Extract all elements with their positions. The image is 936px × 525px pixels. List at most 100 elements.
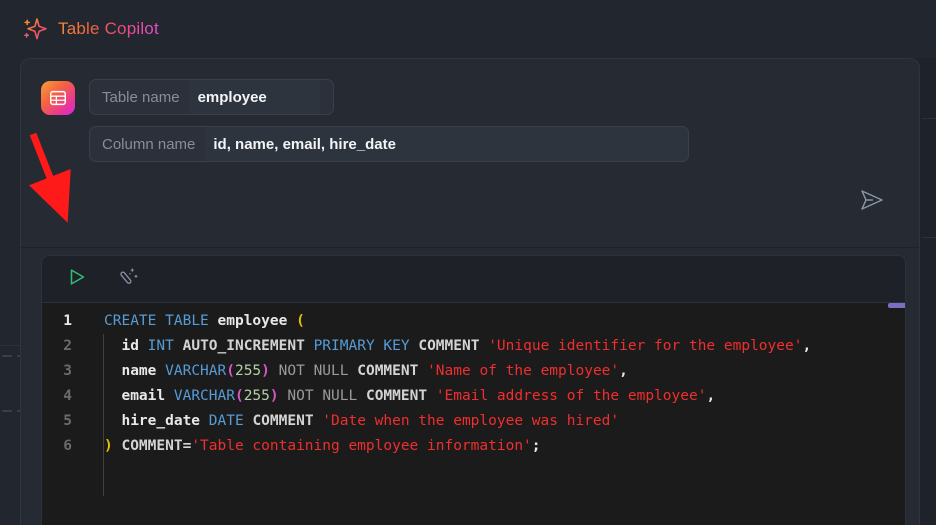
code-token: email [121, 388, 166, 404]
code-token: ) [104, 438, 113, 454]
code-token: name [121, 363, 157, 379]
code-token: ( [234, 388, 244, 404]
page-title: Table Copilot [58, 19, 159, 38]
code-token: CREATE [104, 313, 157, 329]
app-root: Table Copilot Table name employee Column… [0, 0, 936, 525]
code-line[interactable]: 1 CREATE TABLE employee ( [42, 309, 905, 334]
sql-editor: 1 CREATE TABLE employee (2 id INT AUTO_IN… [41, 255, 906, 525]
send-paper-plane-icon [859, 187, 885, 218]
table-copilot-panel: Table name employee Column name id, name… [20, 58, 920, 525]
code-token: NULL [322, 388, 358, 404]
code-token: COMMENT= [121, 438, 192, 454]
code-token: NOT [287, 388, 314, 404]
code-token: , [619, 363, 628, 379]
run-play-icon [66, 266, 88, 293]
line-number: 5 [63, 413, 72, 429]
code-token: AUTO_INCREMENT [182, 338, 305, 354]
column-name-field[interactable]: Column name id, name, email, hire_date [89, 126, 689, 162]
table-name-label: Table name [102, 88, 180, 106]
format-button[interactable] [116, 266, 142, 292]
code-line-text[interactable]: email VARCHAR(255) NOT NULL COMMENT 'Ema… [86, 384, 905, 409]
line-number: 3 [63, 363, 72, 379]
code-line-text[interactable]: ) COMMENT='Table containing employee inf… [86, 434, 905, 459]
background-row-divider [922, 118, 936, 119]
background-placeholder-dash [2, 410, 12, 412]
code-line-text[interactable]: hire_date DATE COMMENT 'Date when the em… [86, 409, 905, 434]
column-name-input[interactable]: id, name, email, hire_date [205, 127, 688, 161]
code-token: , [706, 388, 716, 404]
code-token: 'Name of the employee' [427, 363, 620, 379]
prompt-fields: Table name employee Column name id, name… [89, 77, 689, 162]
background-placeholder-dash [2, 355, 12, 357]
code-token: COMMENT [365, 388, 428, 404]
code-area[interactable]: 1 CREATE TABLE employee (2 id INT AUTO_IN… [42, 303, 905, 525]
code-token: COMMENT [252, 413, 314, 429]
code-token: KEY [383, 338, 410, 354]
code-token: DATE [208, 413, 244, 429]
table-name-input[interactable]: employee [189, 80, 320, 114]
panel-divider [21, 247, 919, 248]
code-token: VARCHAR [173, 388, 235, 404]
editor-toolbar [42, 256, 905, 303]
code-token: INT [147, 338, 174, 354]
code-token: 'Unique identifier for the employee' [488, 338, 803, 354]
line-number: 4 [63, 388, 72, 404]
titlebar: Table Copilot [0, 0, 936, 58]
code-token: ( [226, 363, 235, 379]
code-token: employee [217, 313, 288, 329]
code-line-text[interactable]: name VARCHAR(255) NOT NULL COMMENT 'Name… [86, 359, 905, 384]
code-token: TABLE [165, 313, 209, 329]
code-line[interactable]: 2 id INT AUTO_INCREMENT PRIMARY KEY COMM… [42, 334, 905, 359]
code-line[interactable]: 6) COMMENT='Table containing employee in… [42, 434, 905, 459]
code-line[interactable]: 5 hire_date DATE COMMENT 'Date when the … [42, 409, 905, 434]
table-name-field[interactable]: Table name employee [89, 79, 334, 115]
line-number: 1 [63, 313, 72, 329]
code-token: 'Table containing employee information' [191, 438, 532, 454]
code-token: 'Date when the employee was hired' [322, 413, 620, 429]
code-token: hire_date [121, 413, 201, 429]
code-line[interactable]: 3 name VARCHAR(255) NOT NULL COMMENT 'Na… [42, 359, 905, 384]
code-token: PRIMARY [313, 338, 375, 354]
code-token: NULL [313, 363, 349, 379]
horizontal-scrollbar-thumb[interactable] [888, 303, 905, 308]
prompt-area: Table name employee Column name id, name… [21, 59, 919, 189]
line-number: 6 [63, 438, 72, 454]
code-token: 255 [243, 388, 270, 404]
sparkle-icon [22, 16, 48, 42]
send-button[interactable] [855, 187, 889, 217]
background-row-divider [922, 237, 936, 238]
code-lines[interactable]: 1 CREATE TABLE employee (2 id INT AUTO_IN… [42, 303, 905, 496]
code-line-text[interactable]: CREATE TABLE employee ( [86, 309, 905, 334]
code-token: 255 [234, 363, 262, 379]
code-token: COMMENT [418, 338, 480, 354]
horizontal-scrollbar[interactable] [42, 303, 905, 308]
code-line-text[interactable]: id INT AUTO_INCREMENT PRIMARY KEY COMMEN… [86, 334, 905, 359]
code-token: ( [296, 313, 305, 329]
code-token: ) [269, 388, 279, 404]
line-number: 2 [63, 338, 72, 354]
column-name-label: Column name [102, 135, 196, 153]
magic-wand-icon [118, 266, 140, 293]
run-button[interactable] [64, 266, 90, 292]
code-token: id [121, 338, 139, 354]
code-line[interactable]: 4 email VARCHAR(255) NOT NULL COMMENT 'E… [42, 384, 905, 409]
